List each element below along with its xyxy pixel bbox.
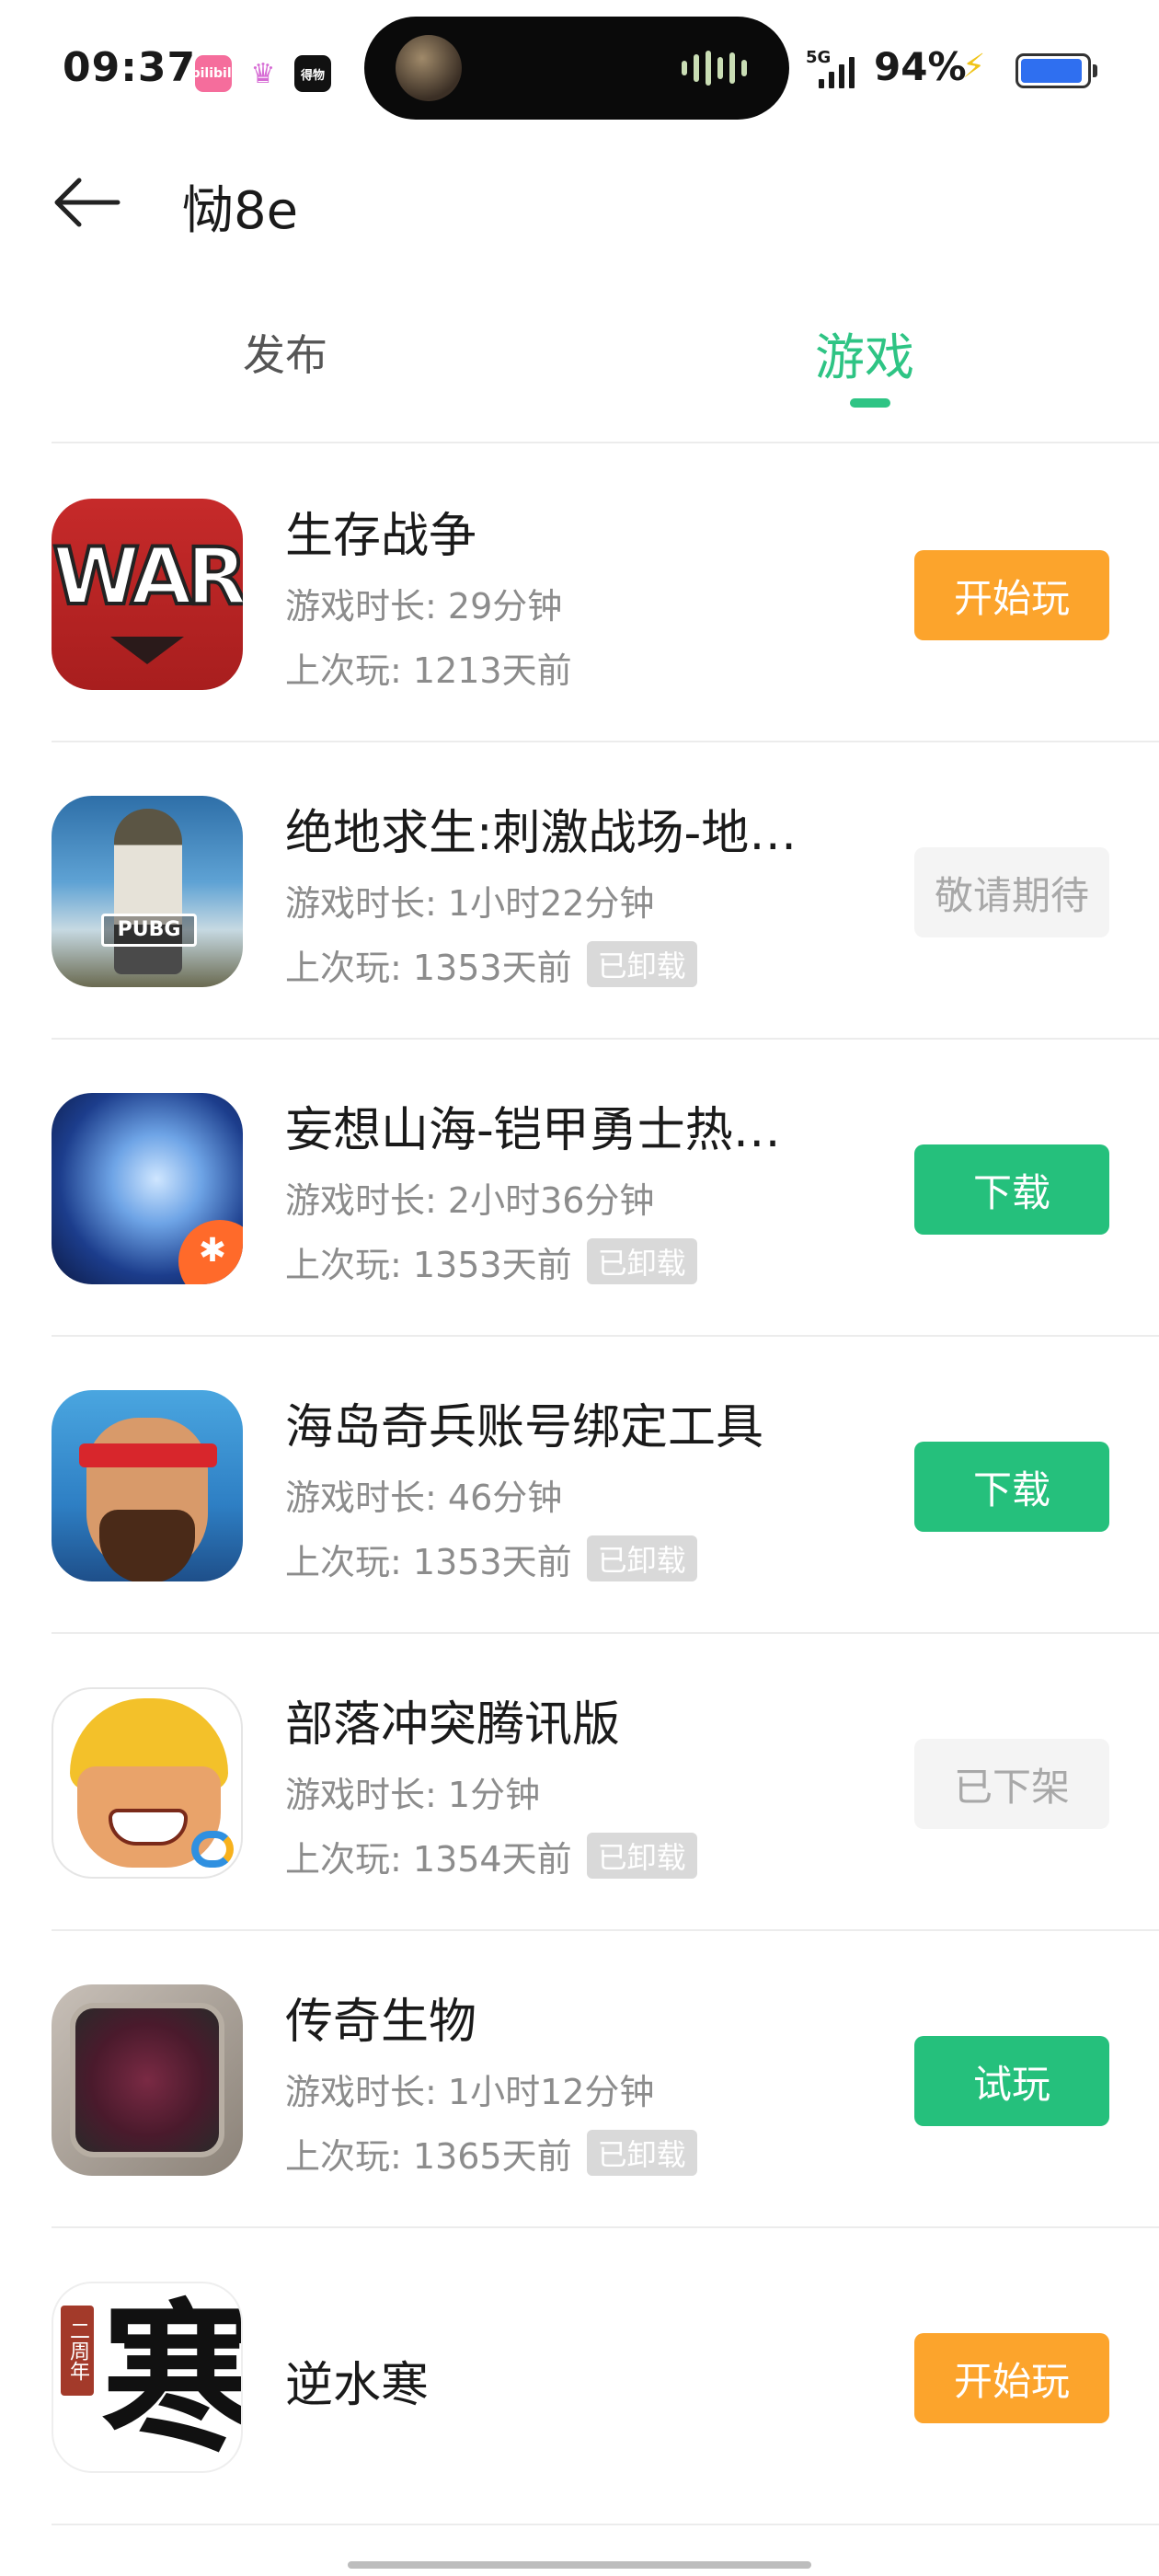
play-duration: 游戏时长: 1分钟 [285,1775,541,1815]
play-duration: 游戏时长: 1小时22分钟 [285,883,655,924]
tab-games[interactable]: 游戏 [815,316,914,389]
last-played: 上次玩: 1365天前 已卸载 [285,2128,697,2179]
battery-icon [1016,53,1091,88]
list-item[interactable]: WAR 生存战争 游戏时长: 29分钟 上次玩: 1213天前 开始玩 [0,445,1159,742]
media-thumbnail [396,35,462,101]
legendary-creatures-icon[interactable] [52,1984,243,2176]
list-item[interactable]: 海岛奇兵账号绑定工具 游戏时长: 46分钟 上次玩: 1353天前 已卸载 下载 [0,1337,1159,1634]
game-name: 绝地求生:刺激战场-地… [285,806,798,861]
delisted-button[interactable]: 已下架 [914,1739,1109,1829]
game-list: WAR 生存战争 游戏时长: 29分钟 上次玩: 1213天前 开始玩 PUBG… [0,445,1159,2525]
status-bar: 09:37 bilibili ♛ 得物 5G 94% ⚡ [0,0,1159,138]
list-item[interactable]: PUBG 绝地求生:刺激战场-地… 游戏时长: 1小时22分钟 上次玩: 135… [0,742,1159,1040]
play-duration: 游戏时长: 29分钟 [285,586,563,627]
anniversary-badge: 二周年 [61,2306,94,2396]
battery-tip [1093,64,1097,77]
arrow-left-icon [54,178,120,227]
bilibili-icon: bilibili [191,55,235,92]
game-name: 海岛奇兵账号绑定工具 [285,1400,764,1455]
charging-icon: ⚡ [962,48,986,86]
back-button[interactable] [48,167,125,237]
dewu-icon: 得物 [294,55,331,92]
game-name: 生存战争 [285,509,477,564]
pubg-icon[interactable]: PUBG [52,796,243,987]
divider [52,2524,1159,2525]
last-played: 上次玩: 1354天前 已卸载 [285,1831,697,1881]
crown-icon: ♛ [245,55,281,92]
boom-beach-icon[interactable] [52,1390,243,1581]
list-item[interactable]: 传奇生物 游戏时长: 1小时12分钟 上次玩: 1365天前 已卸载 试玩 [0,1931,1159,2228]
uninstalled-badge: 已卸载 [586,1535,697,1581]
uninstalled-badge: 已卸载 [586,1833,697,1879]
game-name: 部落冲突腾讯版 [285,1697,621,1753]
clash-of-clans-icon[interactable] [52,1687,243,1879]
game-name: 妄想山海-铠甲勇士热… [285,1103,781,1158]
play-duration: 游戏时长: 1小时12分钟 [285,2072,655,2112]
home-indicator[interactable] [348,2561,811,2569]
uninstalled-badge: 已卸载 [586,941,697,987]
last-played: 上次玩: 1353天前 已卸载 [285,1236,697,1287]
coming-soon-button[interactable]: 敬请期待 [914,847,1109,937]
last-played: 上次玩: 1353天前 已卸载 [285,1534,697,1584]
page-title: 恸8e [182,181,299,241]
battery-percent: 94% [874,44,967,89]
page-header: 恸8e [0,138,1159,267]
wangxiang-icon[interactable]: ✱ [52,1093,243,1284]
battery-fill [1021,59,1082,83]
play-duration: 游戏时长: 46分钟 [285,1478,563,1518]
war-icon[interactable]: WAR [52,499,243,690]
start-play-button[interactable]: 开始玩 [914,2333,1109,2423]
uninstalled-badge: 已卸载 [586,2130,697,2176]
tencent-logo-icon [191,1831,234,1868]
start-play-button[interactable]: 开始玩 [914,550,1109,640]
tab-publish[interactable]: 发布 [243,322,327,383]
signal-icon [819,55,855,88]
game-name: 逆水寒 [285,2358,430,2413]
uninstalled-badge: 已卸载 [586,1238,697,1284]
list-item[interactable]: 二周年 寒 逆水寒 开始玩 [0,2228,1159,2525]
list-item[interactable]: ✱ 妄想山海-铠甲勇士热… 游戏时长: 2小时36分钟 上次玩: 1353天前已… [0,1040,1159,1337]
dynamic-island[interactable] [364,17,789,120]
download-button[interactable]: 下载 [914,1442,1109,1532]
play-duration: 游戏时长: 2小时36分钟 [285,1180,655,1221]
tab-bar: 发布 游戏 [0,294,1159,443]
active-tab-indicator [850,398,890,408]
try-play-button[interactable]: 试玩 [914,2036,1109,2126]
list-item[interactable]: 部落冲突腾讯版 游戏时长: 1分钟 上次玩: 1354天前 已卸载 已下架 [0,1634,1159,1931]
last-played: 上次玩: 1353天前 已卸载 [285,939,697,990]
clock: 09:37 [63,44,197,91]
last-played: 上次玩: 1213天前 [285,650,572,691]
game-name: 传奇生物 [285,1995,477,2050]
divider [52,442,1159,443]
audio-wave-icon [682,50,747,86]
nishuihan-icon[interactable]: 二周年 寒 [52,2282,243,2473]
download-button[interactable]: 下载 [914,1144,1109,1235]
